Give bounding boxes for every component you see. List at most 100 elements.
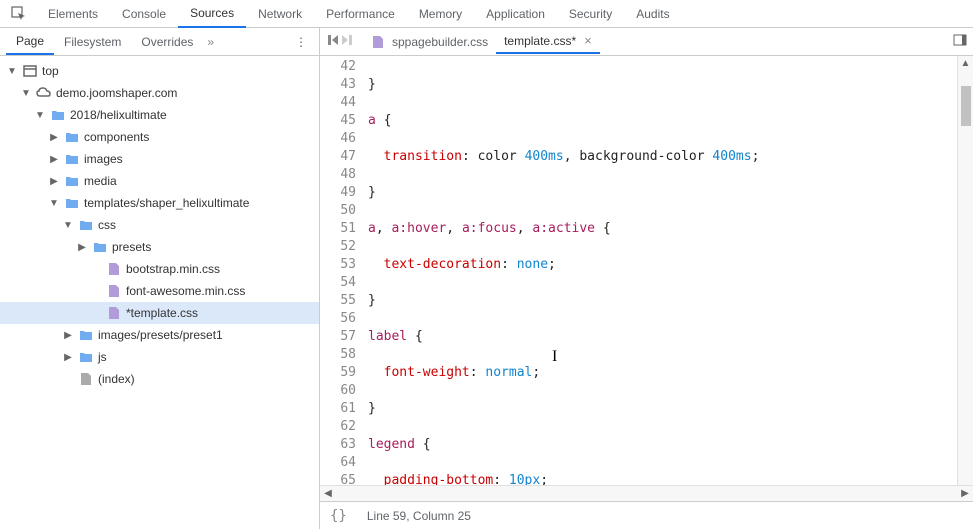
folder-icon xyxy=(64,129,80,145)
tree-label: images/presets/preset1 xyxy=(98,328,223,342)
expand-arrow-icon[interactable]: ▼ xyxy=(62,220,74,231)
tree-label: css xyxy=(98,218,116,232)
tab-memory[interactable]: Memory xyxy=(407,1,474,27)
tree-folder[interactable]: ▼ 2018/helixultimate xyxy=(0,104,319,126)
close-tab-icon[interactable]: × xyxy=(584,33,592,48)
code-content[interactable]: } a { transition: color 400ms, backgroun… xyxy=(368,56,973,485)
file-tab-label: sppagebuilder.css xyxy=(392,35,488,49)
folder-icon xyxy=(78,349,94,365)
tree-folder[interactable]: ▶ presets xyxy=(0,236,319,258)
folder-icon xyxy=(78,327,94,343)
tree-label: components xyxy=(84,130,149,144)
file-tab-template[interactable]: template.css* × xyxy=(496,29,600,54)
navigator-panel: Page Filesystem Overrides » ⋮ ▼ top ▼ de… xyxy=(0,28,320,529)
folder-icon xyxy=(78,217,94,233)
scroll-up-icon[interactable]: ▲ xyxy=(958,56,973,72)
more-options-icon[interactable]: ⋮ xyxy=(289,35,313,49)
nav-forward-icon[interactable] xyxy=(340,34,354,49)
file-tab-sppagebuilder[interactable]: sppagebuilder.css xyxy=(364,31,496,53)
tree-node-top[interactable]: ▼ top xyxy=(0,60,319,82)
tree-node-domain[interactable]: ▼ demo.joomshaper.com xyxy=(0,82,319,104)
tab-elements[interactable]: Elements xyxy=(36,1,110,27)
subtab-filesystem[interactable]: Filesystem xyxy=(54,30,131,54)
expand-arrow-icon[interactable]: ▶ xyxy=(48,132,60,143)
vertical-scrollbar[interactable]: ▲ xyxy=(957,56,973,485)
tree-folder[interactable]: ▶ components xyxy=(0,126,319,148)
expand-arrow-icon[interactable]: ▶ xyxy=(62,352,74,363)
tree-label: presets xyxy=(112,240,151,254)
editor-panel: sppagebuilder.css template.css* × 424344… xyxy=(320,28,973,529)
scroll-left-icon[interactable]: ◀ xyxy=(320,488,336,499)
toggle-sidebar-icon[interactable] xyxy=(953,34,967,49)
tab-application[interactable]: Application xyxy=(474,1,557,27)
tree-file[interactable]: bootstrap.min.css xyxy=(0,258,319,280)
css-file-icon xyxy=(106,283,122,299)
scrollbar-thumb[interactable] xyxy=(961,86,971,126)
tree-file[interactable]: font-awesome.min.css xyxy=(0,280,319,302)
css-file-icon xyxy=(106,305,122,321)
cloud-icon xyxy=(36,85,52,101)
document-icon xyxy=(78,371,94,387)
tab-security[interactable]: Security xyxy=(557,1,624,27)
expand-arrow-icon[interactable]: ▼ xyxy=(20,88,32,99)
tree-label: js xyxy=(98,350,107,364)
tab-console[interactable]: Console xyxy=(110,1,178,27)
tree-label: media xyxy=(84,174,117,188)
nav-back-icon[interactable] xyxy=(326,34,340,49)
main-split: Page Filesystem Overrides » ⋮ ▼ top ▼ de… xyxy=(0,28,973,529)
tree-file-selected[interactable]: *template.css xyxy=(0,302,319,324)
expand-arrow-icon[interactable]: ▼ xyxy=(34,110,46,121)
expand-arrow-icon[interactable]: ▶ xyxy=(62,330,74,341)
expand-arrow-icon[interactable]: ▶ xyxy=(48,154,60,165)
editor-status-bar: {} Line 59, Column 25 xyxy=(320,501,973,529)
tab-sources[interactable]: Sources xyxy=(178,0,246,28)
pretty-print-icon[interactable]: {} xyxy=(330,508,347,524)
expand-arrow-icon[interactable]: ▶ xyxy=(48,176,60,187)
nav-history xyxy=(326,34,354,49)
folder-icon xyxy=(50,107,66,123)
expand-arrow-icon[interactable]: ▶ xyxy=(76,242,88,253)
folder-icon xyxy=(64,173,80,189)
text-cursor-icon: I xyxy=(552,348,557,366)
tree-folder[interactable]: ▼ css xyxy=(0,214,319,236)
tree-label: font-awesome.min.css xyxy=(126,284,245,298)
css-file-icon xyxy=(106,261,122,277)
subtab-overrides[interactable]: Overrides xyxy=(131,30,203,54)
tab-network[interactable]: Network xyxy=(246,1,314,27)
horizontal-scrollbar[interactable]: ◀ ▶ xyxy=(320,485,973,501)
folder-icon xyxy=(64,195,80,211)
frame-icon xyxy=(22,63,38,79)
expand-arrow-icon[interactable]: ▼ xyxy=(6,66,18,77)
expand-arrow-icon[interactable]: ▼ xyxy=(48,198,60,209)
tab-audits[interactable]: Audits xyxy=(624,1,681,27)
folder-icon xyxy=(64,151,80,167)
file-tab-label: template.css* xyxy=(504,34,576,48)
tree-folder[interactable]: ▶ js xyxy=(0,346,319,368)
tree-label: templates/shaper_helixultimate xyxy=(84,196,249,210)
cursor-position: Line 59, Column 25 xyxy=(367,509,471,523)
tree-label: images xyxy=(84,152,123,166)
tree-folder[interactable]: ▼ templates/shaper_helixultimate xyxy=(0,192,319,214)
chevron-right-icon[interactable]: » xyxy=(207,35,214,49)
navigator-subtabs: Page Filesystem Overrides » ⋮ xyxy=(0,28,319,56)
editor-file-tabs: sppagebuilder.css template.css* × xyxy=(320,28,973,56)
tree-label: bootstrap.min.css xyxy=(126,262,220,276)
code-editor[interactable]: 4243444546474849505152535455565758596061… xyxy=(320,56,973,485)
tree-file[interactable]: (index) xyxy=(0,368,319,390)
tree-label: *template.css xyxy=(126,306,198,320)
folder-icon xyxy=(92,239,108,255)
tree-label: demo.joomshaper.com xyxy=(56,86,177,100)
tab-performance[interactable]: Performance xyxy=(314,1,407,27)
file-tree: ▼ top ▼ demo.joomshaper.com ▼ 2018/helix… xyxy=(0,56,319,529)
devtools-main-tabs: Elements Console Sources Network Perform… xyxy=(0,0,973,28)
css-file-icon xyxy=(372,35,386,49)
subtab-page[interactable]: Page xyxy=(6,29,54,55)
tree-label: (index) xyxy=(98,372,135,386)
tree-folder[interactable]: ▶ images/presets/preset1 xyxy=(0,324,319,346)
line-gutter: 4243444546474849505152535455565758596061… xyxy=(320,56,368,485)
scroll-right-icon[interactable]: ▶ xyxy=(957,488,973,499)
tree-folder[interactable]: ▶ media xyxy=(0,170,319,192)
tree-label: top xyxy=(42,64,59,78)
tree-folder[interactable]: ▶ images xyxy=(0,148,319,170)
inspect-element-icon[interactable] xyxy=(8,3,30,25)
